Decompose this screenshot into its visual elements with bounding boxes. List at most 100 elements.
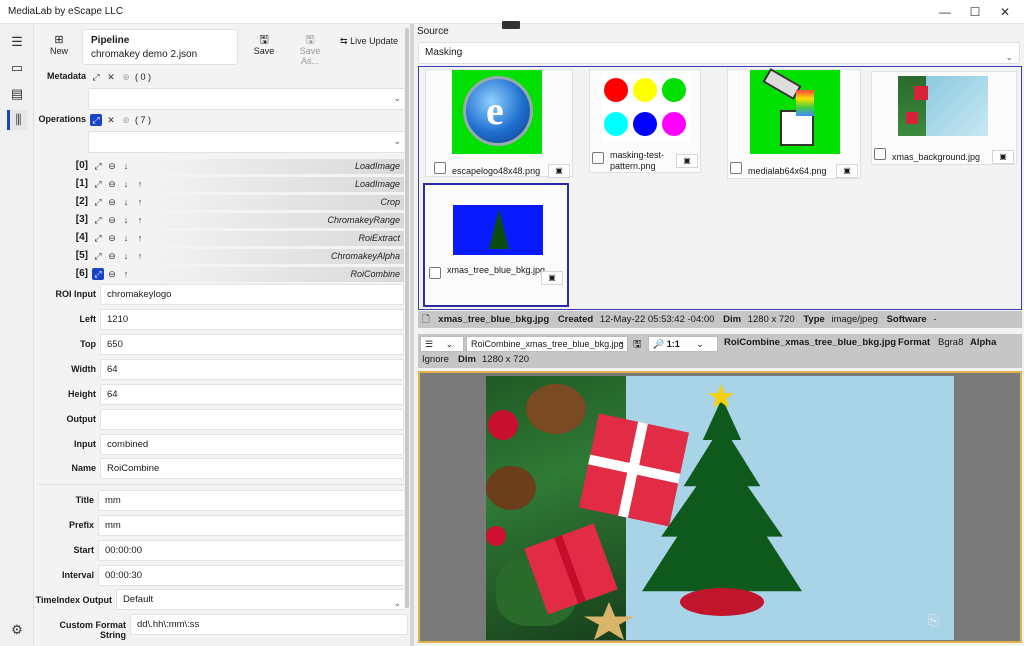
select-checkbox[interactable] <box>434 162 446 174</box>
image-viewer[interactable]: ⎘ <box>418 371 1022 643</box>
left-field[interactable]: 1210 <box>100 309 404 330</box>
operation-row[interactable]: [4] ⤢ ⊖ ↓ ↑ RoiExtract <box>34 230 406 246</box>
gallery-item-selected[interactable]: xmas_tree_blue_bkg.jpg ▣ <box>423 183 569 307</box>
add-icon[interactable]: ⊕ <box>120 71 132 83</box>
source-dropdown[interactable]: Masking ⌄ <box>418 42 1020 64</box>
top-field[interactable]: 650 <box>100 334 404 355</box>
expand-icon[interactable]: ⤢ <box>92 232 104 244</box>
expand-icon[interactable]: ⤢ <box>90 114 102 126</box>
clear-icon[interactable]: ✕ <box>105 114 117 126</box>
move-up-icon[interactable]: ↑ <box>134 214 146 226</box>
metadata-dropdown[interactable]: ⌄ <box>88 88 408 110</box>
name-field[interactable]: RoiCombine <box>100 458 404 479</box>
drag-handle[interactable] <box>502 21 520 29</box>
minimize-icon[interactable]: — <box>930 0 960 24</box>
operation-row[interactable]: [2] ⤢ ⊖ ↓ ↑ Crop <box>34 194 406 210</box>
film-icon[interactable]: ▤ <box>7 84 27 104</box>
width-field[interactable]: 64 <box>100 359 404 380</box>
operation-row-selected[interactable]: [6] ⤢ ⊖ ↑ RoiCombine <box>34 266 406 282</box>
image-icon[interactable]: ▣ <box>836 164 858 178</box>
remove-icon[interactable]: ⊖ <box>106 178 118 190</box>
operation-row[interactable]: [0] ⤢ ⊖ ↓ LoadImage <box>34 158 406 174</box>
file-info-bar: 🗋 xmas_tree_blue_bkg.jpg Created 12-May-… <box>418 311 1022 328</box>
save-as-button[interactable]: 🖫 Save As... <box>290 34 330 66</box>
rainbow-stream <box>796 90 814 116</box>
save-button[interactable]: 🖫 Save <box>250 34 278 56</box>
remove-icon[interactable]: ⊖ <box>106 160 118 172</box>
gallery-item[interactable]: e escapelogo48x48.png ▣ <box>425 69 573 178</box>
operation-row[interactable]: [1] ⤢ ⊖ ↓ ↑ LoadImage <box>34 176 406 192</box>
gallery-item[interactable]: medialab64x64.png ▣ <box>727 68 861 179</box>
gallery-item[interactable]: masking-test-pattern.png ▣ <box>589 69 701 173</box>
timeindex-dropdown[interactable]: Default ⌄ <box>116 589 408 610</box>
video-icon[interactable]: ▭ <box>7 58 27 78</box>
color-dot <box>662 78 686 102</box>
output-select[interactable]: RoiCombine_xmas_tree_blue_bkg.jpg <box>466 336 628 352</box>
move-down-icon[interactable]: ↓ <box>120 214 132 226</box>
remove-icon[interactable]: ⊖ <box>106 268 118 280</box>
expand-icon[interactable]: ⤢ <box>92 196 104 208</box>
image-icon[interactable]: ▣ <box>676 154 698 168</box>
move-up-icon[interactable]: ↑ <box>134 232 146 244</box>
viewer-menu-button[interactable]: ☰ ⌄ <box>420 336 464 352</box>
close-icon[interactable]: ✕ <box>990 0 1020 24</box>
remove-icon[interactable]: ⊖ <box>106 214 118 226</box>
maximize-icon[interactable]: ☐ <box>960 0 990 24</box>
move-up-icon[interactable]: ↑ <box>134 250 146 262</box>
move-up-icon[interactable]: ↑ <box>120 268 132 280</box>
select-checkbox[interactable] <box>730 162 742 174</box>
title-field[interactable]: mm <box>98 490 408 511</box>
operation-row[interactable]: [3] ⤢ ⊖ ↓ ↑ ChromakeyRange <box>34 212 406 228</box>
output-field[interactable] <box>100 409 404 430</box>
gallery-item[interactable]: xmas_background.jpg ▣ <box>871 71 1017 165</box>
dim-label: Dim <box>723 314 742 325</box>
alpha-value: Ignore <box>422 354 449 365</box>
expand-icon[interactable]: ⤢ <box>92 250 104 262</box>
expand-icon[interactable]: ⤢ <box>90 71 102 83</box>
scrollbar-thumb[interactable] <box>405 28 409 608</box>
interval-field[interactable]: 00:00:30 <box>98 565 408 586</box>
move-down-icon[interactable]: ↓ <box>120 196 132 208</box>
select-checkbox[interactable] <box>592 152 604 164</box>
move-down-icon[interactable]: ↓ <box>120 178 132 190</box>
input-field[interactable]: combined <box>100 434 404 455</box>
move-down-icon[interactable]: ↓ <box>120 160 132 172</box>
remove-icon[interactable]: ⊖ <box>106 196 118 208</box>
move-down-icon[interactable]: ↓ <box>120 232 132 244</box>
image-icon[interactable]: ▣ <box>992 150 1014 164</box>
expand-icon[interactable]: ⤢ <box>92 178 104 190</box>
operations-count: ( 7 ) <box>135 115 152 125</box>
chevron-down-icon: ⌄ <box>393 136 401 146</box>
select-checkbox[interactable] <box>874 148 886 160</box>
roi-input-field[interactable]: chromakeylogo <box>100 284 404 305</box>
height-field[interactable]: 64 <box>100 384 404 405</box>
expand-icon[interactable]: ⤢ <box>92 214 104 226</box>
add-icon[interactable]: ⊕ <box>120 114 132 126</box>
berry-cluster <box>488 410 518 440</box>
zoom-select[interactable]: 🔎 1:1 ⌄ <box>648 336 718 352</box>
move-up-icon[interactable]: ↑ <box>134 196 146 208</box>
move-down-icon[interactable]: ↓ <box>120 250 132 262</box>
remove-icon[interactable]: ⊖ <box>106 250 118 262</box>
prefix-field[interactable]: mm <box>98 515 408 536</box>
custom-format-field[interactable]: dd\.hh\:mm\:ss <box>130 614 408 635</box>
hamburger-menu-icon[interactable]: ☰ <box>7 32 27 52</box>
remove-icon[interactable]: ⊖ <box>106 232 118 244</box>
live-update-button[interactable]: ⇆ Live Update <box>340 36 404 47</box>
image-icon[interactable]: ▣ <box>548 164 570 178</box>
operation-row[interactable]: [5] ⤢ ⊖ ↓ ↑ ChromakeyAlpha <box>34 248 406 264</box>
image-icon[interactable]: ▣ <box>541 271 563 285</box>
move-up-icon[interactable]: ↑ <box>134 178 146 190</box>
start-field[interactable]: 00:00:00 <box>98 540 408 561</box>
save-icon[interactable]: 🖫 <box>633 337 642 354</box>
library-icon[interactable]: ⫼ <box>7 110 27 130</box>
new-button[interactable]: ⊞ New <box>44 34 74 56</box>
operations-dropdown[interactable]: ⌄ <box>88 131 408 153</box>
select-checkbox[interactable] <box>429 267 441 279</box>
thumbnail-image <box>750 68 840 154</box>
settings-icon[interactable]: ⚙ <box>7 620 27 640</box>
pipeline-panel: ⊞ New Pipeline chromakey demo 2.json 🖫 S… <box>34 24 410 646</box>
expand-icon[interactable]: ⤢ <box>92 160 104 172</box>
clear-icon[interactable]: ✕ <box>105 71 117 83</box>
expand-icon[interactable]: ⤢ <box>92 268 104 280</box>
